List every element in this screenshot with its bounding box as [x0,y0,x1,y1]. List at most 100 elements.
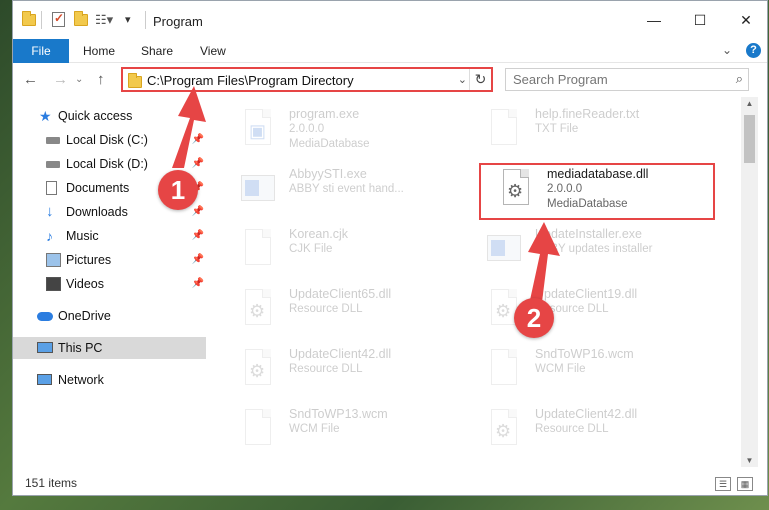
file-detail: Resource DLL [289,363,363,375]
sidebar-item-pictures[interactable]: Pictures 📌 [13,249,206,271]
file-item[interactable]: help.fineReader.txt TXT File [481,101,721,157]
file-item[interactable]: SndToWP16.wcm WCM File [481,341,721,397]
sidebar-item-this-pc[interactable]: This PC [13,337,206,359]
dll-icon: ⚙ [241,289,275,331]
sidebar-item-onedrive[interactable]: OneDrive [13,305,206,327]
sidebar-item-videos[interactable]: Videos 📌 [13,273,206,295]
file-detail: WCM File [289,423,340,435]
recent-locations-icon[interactable]: ⌄ [75,74,83,85]
tab-share[interactable]: Share [141,39,173,63]
file-name: UpdateClient42.dll [535,407,638,421]
file-item[interactable]: ⚙ UpdateClient65.dll Resource DLL [235,281,475,337]
download-icon: ↓ [46,203,54,220]
scroll-down-icon[interactable]: ▼ [741,456,758,465]
drive-icon [46,137,60,144]
help-icon[interactable]: ? [746,43,761,58]
sidebar-item-label: OneDrive [58,309,111,323]
tab-home[interactable]: Home [83,39,115,63]
close-button[interactable]: ✕ [723,1,767,39]
file-item[interactable]: AbbyySTI.exe ABBY sti event hand... [235,161,475,217]
sidebar-item-label: Pictures [66,253,112,267]
pin-icon[interactable]: 📌 [192,201,204,223]
exe-icon [487,229,521,271]
file-name: help.fineReader.txt [535,107,640,121]
exe-icon [241,169,275,211]
address-path[interactable]: C:\Program Files\Program Directory [147,73,354,88]
status-bar: 151 items ☰ ▦ [13,474,767,495]
step-1-marker: 1 [158,170,198,210]
ribbon: File Home Share View ⌄ ? [13,39,767,63]
search-icon[interactable]: ⌕ [736,71,743,87]
videos-icon [46,277,61,291]
file-name: UpdateClient42.dll [289,347,392,361]
file-item[interactable]: SndToWP13.wcm WCM File [235,401,475,457]
window-title: Program [153,14,203,29]
sidebar-item-label: Local Disk (C:) [66,133,148,147]
pin-icon[interactable]: 📌 [192,129,204,151]
file-detail: ABBY sti event hand... [289,183,404,195]
pin-icon[interactable]: 📌 [192,273,204,295]
file-item[interactable]: ⚙ UpdateClient42.dll Resource DLL [235,341,475,397]
tab-file[interactable]: File [13,39,69,63]
cloud-icon [37,312,53,321]
file-item[interactable]: UpdateInstaller.exe ABBY updates install… [481,221,721,277]
large-icons-view-icon[interactable]: ▦ [737,477,753,491]
back-button[interactable]: ← [23,71,38,88]
expand-ribbon-icon[interactable]: ⌄ [722,43,732,57]
document-icon [487,109,521,151]
vertical-scrollbar[interactable]: ▲ ▼ [741,97,758,467]
forward-button[interactable]: → [53,71,68,88]
scroll-up-icon[interactable]: ▲ [741,99,758,108]
dll-icon: ⚙ [487,409,521,451]
file-name: UpdateClient65.dll [289,287,392,301]
file-item[interactable]: ▣ program.exe 2.0.0.0 MediaDatabase [235,101,475,157]
folder-icon[interactable] [21,11,37,28]
new-folder-icon[interactable] [73,11,89,28]
exe-icon: ▣ [241,109,275,151]
file-name: Korean.cjk [289,227,349,241]
file-item[interactable]: Korean.cjk CJK File [235,221,475,277]
document-icon [241,409,275,451]
sidebar-item-network[interactable]: Network [13,369,206,391]
pin-icon[interactable]: 📌 [192,249,204,271]
address-dropdown-icon[interactable]: ⌄ [458,73,467,86]
title-bar: ☷▾ ▾ Program — ☐ ✕ [13,1,767,39]
sidebar-item-quick-access[interactable]: ★ Quick access [13,105,206,127]
document-icon [241,229,275,271]
details-view-icon[interactable]: ☰ [715,477,731,491]
file-item[interactable]: ⚙ UpdateClient42.dll Resource DLL [481,401,721,457]
folder-icon [127,73,143,88]
pictures-icon [46,253,61,267]
customize-toolbar-icon[interactable]: ☷▾ [95,12,113,28]
divider [145,11,146,29]
computer-icon [37,342,53,353]
file-detail: Resource DLL [289,303,363,315]
divider [41,11,42,29]
properties-icon[interactable] [51,11,67,28]
scrollbar-thumb[interactable] [744,115,755,163]
explorer-window: ☷▾ ▾ Program — ☐ ✕ File Home Share View … [12,0,768,496]
drive-icon [46,161,60,168]
tab-view[interactable]: View [200,39,226,63]
file-name: UpdateClient19.dll [535,287,638,301]
refresh-button[interactable]: ↻ [469,69,491,90]
file-name: AbbyySTI.exe [289,167,367,181]
toolbar-dropdown-icon[interactable]: ▾ [125,12,141,28]
navigation-bar: ← → ⌄ ↑ C:\Program Files\Program Directo… [13,63,767,97]
minimize-button[interactable]: — [631,1,677,39]
sidebar-item-label: Quick access [58,109,133,123]
file-name: program.exe [289,107,360,121]
navigation-pane: ★ Quick access Local Disk (C:) 📌 Local D… [13,97,206,467]
pin-icon[interactable]: 📌 [192,153,204,175]
file-highlight-box [479,163,715,220]
file-detail: MediaDatabase [289,138,370,150]
sidebar-item-label: Music [66,229,99,243]
up-button[interactable]: ↑ [97,71,105,88]
sidebar-item-local-disk-c[interactable]: Local Disk (C:) 📌 [13,129,206,151]
search-box[interactable]: ⌕ [505,68,749,91]
address-bar[interactable]: C:\Program Files\Program Directory ⌄ ↻ [121,67,493,92]
pin-icon[interactable]: 📌 [192,225,204,247]
search-input[interactable] [506,69,716,90]
maximize-button[interactable]: ☐ [677,1,723,39]
sidebar-item-music[interactable]: ♪ Music 📌 [13,225,206,247]
